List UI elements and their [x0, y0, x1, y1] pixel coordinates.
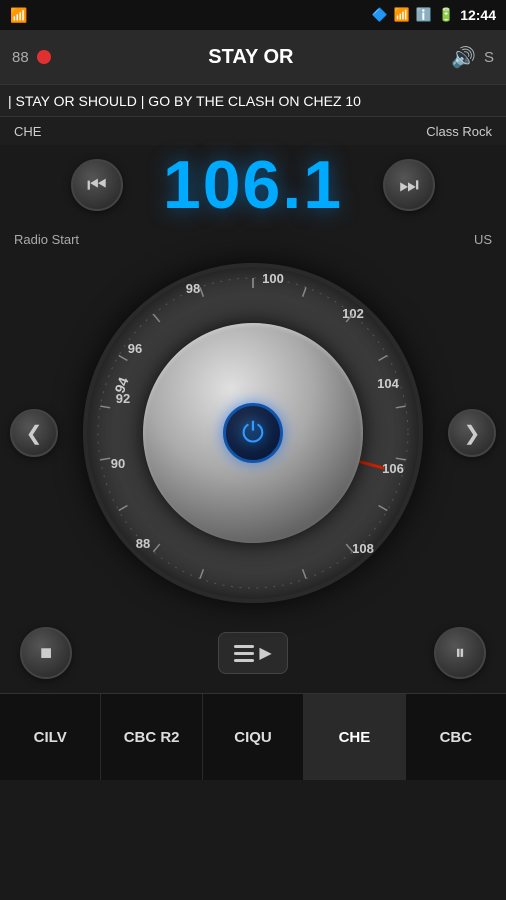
station-che-label: CHE: [339, 729, 371, 746]
ticker: | STAY OR SHOULD | GO BY THE CLASH ON CH…: [0, 85, 506, 117]
menu-lines-icon: [234, 645, 254, 662]
header-right: 🔊 S: [451, 45, 494, 70]
pause-icon: ⏸: [455, 642, 465, 665]
station-tab-ciqu[interactable]: CIQU: [203, 694, 304, 780]
station-ciqu-label: CIQU: [234, 729, 272, 746]
volume-icon[interactable]: 🔊: [451, 45, 476, 70]
station-info: CHE Class Rock: [0, 117, 506, 145]
svg-text:102: 102: [342, 306, 364, 321]
svg-text:100: 100: [262, 271, 284, 286]
nav-labels: Radio Start US: [0, 225, 506, 253]
station-cbc-label: CBC: [440, 729, 473, 746]
tune-right-button[interactable]: ❯: [448, 409, 496, 457]
wifi-icon: 📶: [394, 7, 410, 23]
svg-text:106: 106: [382, 461, 404, 476]
info-icon: ℹ️: [416, 7, 432, 23]
svg-text:90: 90: [111, 456, 125, 471]
signal-icon: 📶: [10, 7, 27, 24]
stations-bar: CILV CBC R2 CIQU CHE CBC: [0, 693, 506, 780]
menu-line-3: [234, 659, 254, 662]
power-button[interactable]: ⏻: [223, 403, 283, 463]
header-title: STAY OR: [51, 46, 451, 69]
header-left: 88: [12, 49, 51, 66]
prev-track-button[interactable]: ⏮: [71, 159, 123, 211]
svg-text:104: 104: [377, 376, 399, 391]
pause-button[interactable]: ⏸: [434, 627, 486, 679]
power-icon: ⏻: [242, 417, 264, 450]
status-bar: 📶 🔷 📶 ℹ️ 🔋 12:44: [0, 0, 506, 30]
station-name: CHE: [14, 124, 41, 139]
station-tab-cilv[interactable]: CILV: [0, 694, 101, 780]
stop-button[interactable]: ■: [20, 627, 72, 679]
svg-text:88: 88: [136, 536, 150, 551]
station-tab-che[interactable]: CHE: [304, 694, 405, 780]
menu-button[interactable]: ▶: [218, 632, 288, 674]
tuner-area: ❮ 94 96 98 1: [0, 253, 506, 613]
station-cbc-r2-label: CBC R2: [124, 729, 180, 746]
svg-text:98: 98: [186, 281, 200, 296]
svg-text:108: 108: [352, 541, 374, 556]
station-tab-cbc-r2[interactable]: CBC R2: [101, 694, 202, 780]
tune-left-button[interactable]: ❮: [10, 409, 58, 457]
bluetooth-icon: 🔷: [371, 7, 387, 23]
battery-icon: 🔋: [438, 7, 454, 23]
header: 88 STAY OR 🔊 S: [0, 30, 506, 85]
station-tab-cbc[interactable]: CBC: [406, 694, 506, 780]
menu-line-1: [234, 645, 254, 648]
stop-icon: ■: [40, 642, 52, 665]
status-right: 🔷 📶 ℹ️ 🔋 12:44: [371, 7, 496, 23]
frequency-number: 106.1: [163, 146, 343, 224]
controls-bar: ■ ▶ ⏸: [0, 613, 506, 693]
menu-play-icon: ▶: [259, 643, 271, 663]
clock: 12:44: [460, 7, 496, 23]
status-left: 📶: [10, 7, 27, 24]
record-dot: [37, 50, 51, 64]
svg-text:92: 92: [116, 391, 130, 406]
menu-line-2: [234, 652, 254, 655]
dial-container[interactable]: 94 96 98 100 102 104 106 108 90: [83, 263, 423, 603]
radio-start-label: Radio Start: [14, 232, 79, 247]
frequency-display: ⏮ 106.1 ⏭: [0, 145, 506, 225]
ticker-text: | STAY OR SHOULD | GO BY THE CLASH ON CH…: [0, 93, 361, 109]
station-cilv-label: CILV: [34, 729, 67, 746]
svg-text:96: 96: [128, 341, 142, 356]
tuner-knob[interactable]: ⏻: [143, 323, 363, 543]
channel-number: 88: [12, 49, 29, 66]
station-genre: Class Rock: [426, 124, 492, 139]
header-s-label: S: [484, 49, 494, 66]
region-label: US: [474, 232, 492, 247]
next-track-button[interactable]: ⏭: [383, 159, 435, 211]
